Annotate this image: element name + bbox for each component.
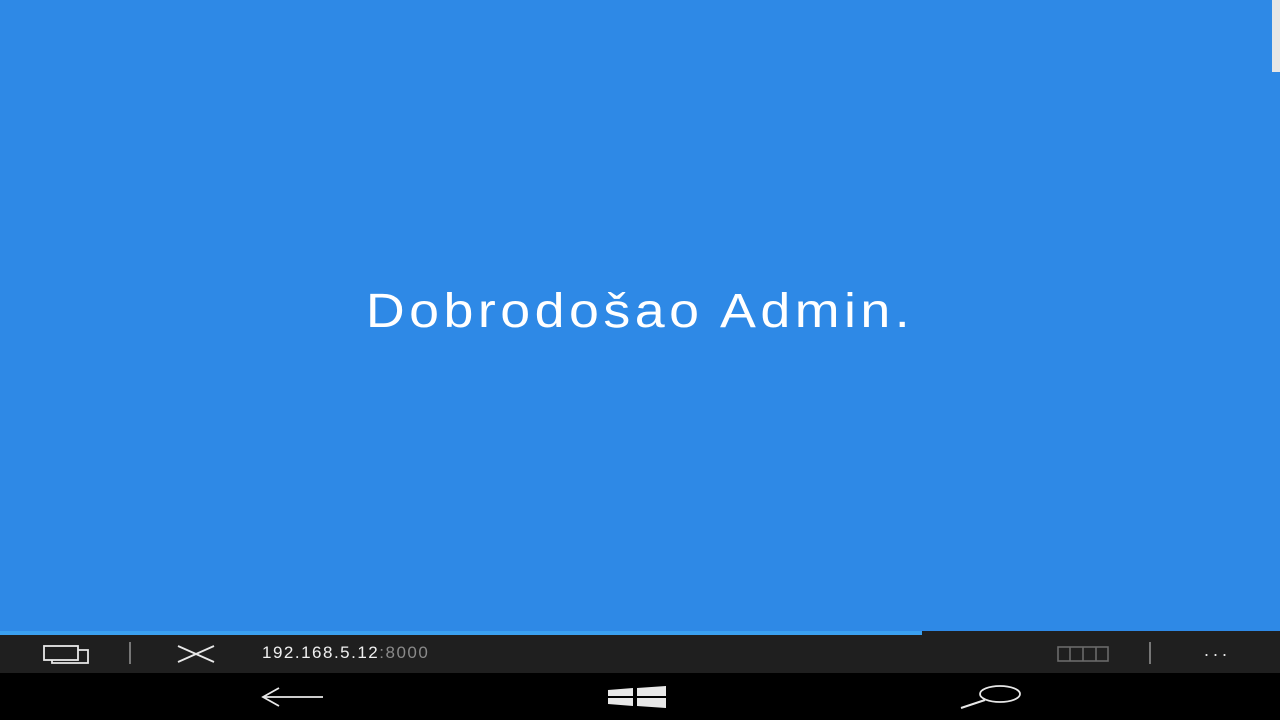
back-arrow-icon (261, 686, 323, 707)
windows-start-icon (608, 685, 666, 708)
address-bar-divider (1149, 642, 1151, 664)
more-icon: ··· (1203, 643, 1231, 664)
more-button[interactable]: ··· (1190, 635, 1244, 673)
tabs-button[interactable] (36, 635, 92, 673)
address-field[interactable]: 192.168.5.12:8000 (262, 635, 429, 671)
address-bar-divider (129, 642, 131, 664)
close-icon (177, 645, 215, 663)
welcome-heading: Dobrodošao Admin. (365, 285, 915, 338)
search-icon (960, 684, 1021, 709)
stop-loading-button[interactable] (170, 635, 222, 673)
reading-view-icon (1057, 646, 1109, 662)
web-page-content: Dobrodošao Admin. (0, 0, 1280, 631)
browser-address-bar: 192.168.5.12:8000 ··· (0, 635, 1280, 673)
reading-view-button[interactable] (1052, 635, 1114, 673)
system-navigation-bar (0, 673, 1280, 720)
phone-screen: Dobrodošao Admin. 192.168.5.12:8000 ··· (0, 0, 1280, 720)
back-button[interactable] (252, 673, 332, 720)
search-button[interactable] (948, 673, 1028, 720)
scrollbar-thumb[interactable] (1272, 0, 1280, 72)
url-port: :8000 (379, 643, 430, 662)
start-button[interactable] (598, 673, 676, 720)
url-host: 192.168.5.12 (262, 643, 380, 662)
tabs-icon (43, 645, 89, 664)
